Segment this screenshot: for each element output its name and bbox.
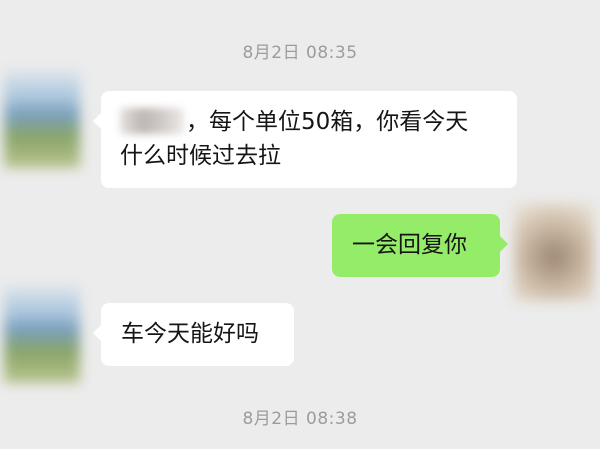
message-timestamp: 8月2日 08:35 [242,43,358,63]
message-text: 什么时候过去拉 [120,143,281,169]
message-timestamp: 8月2日 08:38 [242,409,358,429]
self-avatar[interactable] [514,203,594,301]
incoming-message-bubble[interactable]: ，每个单位50箱，你看今天 什么时候过去拉 [93,91,517,188]
outgoing-message-bubble[interactable]: 一会回复你 [332,214,508,277]
message-text: 一会回复你 [352,232,467,258]
incoming-message-bubble[interactable]: 车今天能好吗 [93,303,294,366]
message-text: 车今天能好吗 [121,321,259,347]
message-text: ，每个单位50箱，你看今天 [186,109,469,135]
contact-avatar[interactable] [4,285,80,383]
redacted-name [120,108,184,134]
contact-avatar[interactable] [4,70,80,168]
